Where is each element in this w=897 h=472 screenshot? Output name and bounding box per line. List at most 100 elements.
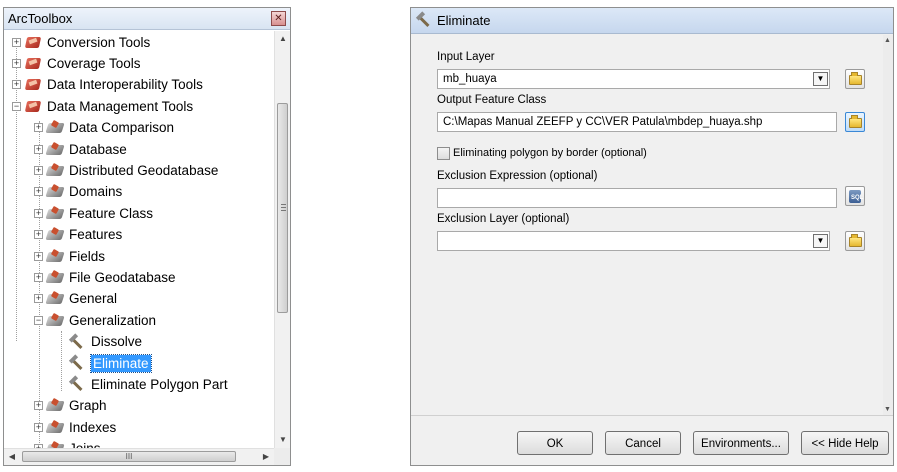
tree-item-label: Domains (69, 184, 123, 200)
tree-item[interactable]: + General (34, 289, 117, 309)
toolset-icon (47, 163, 64, 178)
arctoolbox-title: ArcToolbox (4, 8, 290, 30)
scroll-right-arrow-icon[interactable]: ▶ (258, 449, 274, 465)
expand-icon[interactable]: + (34, 294, 43, 304)
tree-item[interactable]: + Fields (34, 246, 105, 266)
tree-item-label: Conversion Tools (47, 34, 151, 50)
dialog-scrollbar[interactable]: ▲ ▼ (883, 35, 893, 415)
toolset-icon (47, 142, 64, 157)
tree-item-label: Joins (69, 441, 101, 448)
expand-icon[interactable]: + (34, 251, 43, 261)
scroll-left-arrow-icon[interactable]: ◀ (4, 449, 20, 465)
cancel-button[interactable]: Cancel (605, 431, 681, 455)
expand-icon[interactable]: + (34, 208, 43, 218)
vertical-scrollbar[interactable]: ▲ ▼ (274, 31, 290, 448)
hammer-icon (68, 376, 88, 392)
expand-icon[interactable]: + (34, 123, 43, 133)
chevron-down-icon[interactable]: ▼ (813, 72, 828, 86)
toolset-icon (47, 227, 64, 242)
tree-item-label: Database (69, 141, 127, 157)
tree-item[interactable]: +Joins (34, 439, 101, 448)
tree-item[interactable]: + Graph (34, 396, 107, 416)
scroll-up-arrow-icon[interactable]: ▲ (884, 37, 891, 44)
tree-item-label: Eliminate (90, 353, 152, 373)
hide-help-button[interactable]: << Hide Help (801, 431, 889, 455)
expand-icon[interactable]: + (34, 187, 43, 197)
tree-item-label: Fields (69, 248, 106, 264)
expand-icon[interactable]: + (34, 230, 43, 240)
toolset-icon (47, 206, 64, 221)
expand-icon[interactable]: + (12, 37, 21, 47)
expand-icon[interactable]: + (34, 165, 43, 175)
collapse-icon[interactable]: − (12, 101, 21, 111)
tree-item-label: Distributed Geodatabase (69, 162, 219, 178)
tree-item[interactable]: + Domains (34, 182, 122, 202)
tree-item[interactable]: + Data Comparison (34, 118, 174, 138)
dialog-title: Eliminate (437, 13, 491, 28)
scroll-up-arrow-icon[interactable]: ▲ (275, 31, 291, 47)
tree-item[interactable]: + Database (34, 139, 127, 159)
exclusion-expression-label: Exclusion Expression (optional) (437, 170, 598, 182)
sql-icon: SQL (849, 190, 863, 203)
expand-icon[interactable]: + (34, 144, 43, 154)
tree-item[interactable]: + Features (34, 225, 122, 245)
close-icon[interactable]: ✕ (271, 11, 286, 26)
tree-item[interactable]: + Indexes (34, 417, 116, 437)
input-layer-combobox[interactable]: mb_huaya (437, 69, 830, 89)
eliminate-dialog: Eliminate Input Layer mb_huaya ▼ Output … (410, 7, 894, 466)
expand-icon[interactable]: + (34, 272, 43, 282)
tree-item[interactable]: − Data Management Tools (12, 96, 193, 116)
dialog-title-bar: Eliminate (411, 8, 893, 34)
tree-item[interactable]: Eliminate (56, 353, 152, 373)
vertical-scroll-thumb[interactable] (277, 103, 288, 313)
toolbox-icon (25, 77, 42, 92)
collapse-icon[interactable]: − (34, 315, 43, 325)
toolset-icon (47, 249, 64, 264)
input-layer-browse-button[interactable] (845, 69, 865, 89)
hammer-icon (68, 334, 88, 350)
expand-icon[interactable]: + (12, 80, 21, 90)
horizontal-scroll-thumb[interactable]: III (22, 451, 236, 462)
tree-item[interactable]: + Distributed Geodatabase (34, 160, 218, 180)
exclusion-layer-browse-button[interactable] (845, 231, 865, 251)
tree-item[interactable]: + Data Interoperability Tools (12, 75, 203, 95)
toolset-icon (47, 291, 64, 306)
tree-item[interactable]: + Feature Class (34, 203, 153, 223)
toolset-icon (47, 313, 64, 328)
toolset-icon (47, 420, 64, 435)
tree-item-label: Dissolve (91, 334, 143, 350)
tree-item[interactable]: Dissolve (56, 332, 142, 352)
folder-icon (849, 115, 862, 128)
expand-icon[interactable]: + (34, 422, 43, 432)
dialog-footer: OK Cancel Environments... << Hide Help (411, 415, 893, 465)
input-layer-label: Input Layer (437, 51, 495, 63)
ok-button[interactable]: OK (517, 431, 593, 455)
tree-item[interactable]: + Coverage Tools (12, 53, 141, 73)
toolset-icon (47, 184, 64, 199)
tree-item-label: Data Management Tools (47, 98, 194, 114)
expand-icon[interactable]: + (34, 401, 43, 411)
toolbox-icon (25, 99, 42, 114)
toolbox-tree: + Conversion Tools + Coverage Tools + Data In… (4, 31, 274, 448)
expand-icon[interactable]: + (12, 58, 21, 68)
scroll-down-arrow-icon[interactable]: ▼ (884, 406, 891, 413)
chevron-down-icon[interactable]: ▼ (813, 234, 828, 248)
exclusion-layer-combobox[interactable] (437, 231, 830, 251)
eliminate-border-checkbox[interactable] (437, 147, 450, 160)
scroll-down-arrow-icon[interactable]: ▼ (275, 432, 291, 448)
resize-grip-icon (274, 448, 290, 465)
sql-query-button[interactable]: SQL (845, 186, 865, 206)
tree-item[interactable]: Eliminate Polygon Part (56, 374, 228, 394)
tree-item[interactable]: + Conversion Tools (12, 32, 150, 52)
tree-item[interactable]: − Generalization (34, 310, 156, 330)
tree-item[interactable]: + File Geodatabase (34, 267, 176, 287)
output-browse-button[interactable] (845, 112, 865, 132)
folder-icon (849, 234, 862, 247)
environments-button[interactable]: Environments... (693, 431, 789, 455)
hammer-icon (415, 12, 435, 28)
horizontal-scrollbar[interactable]: ◀ III ▶ (4, 448, 274, 465)
dialog-parameters: Input Layer mb_huaya ▼ Output Feature Cl… (425, 35, 885, 415)
tree-item-label: Coverage Tools (47, 55, 141, 71)
exclusion-expression-field[interactable] (437, 188, 837, 208)
output-feature-class-field[interactable]: C:\Mapas Manual ZEEFP y CC\VER Patula\mb… (437, 112, 837, 132)
